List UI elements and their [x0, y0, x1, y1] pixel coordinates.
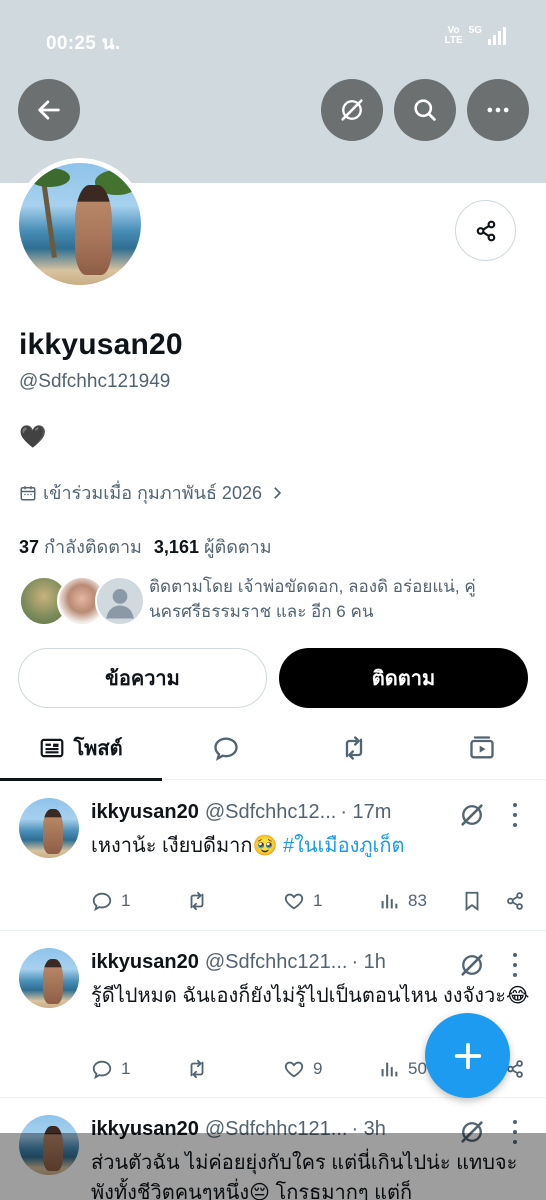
grok-button[interactable]	[321, 79, 383, 141]
repost-icon	[190, 891, 204, 911]
status-bar: 00:25 น. Vo LTE 5G	[0, 0, 546, 72]
reply-icon	[92, 892, 112, 912]
post-header: ikkyusan20 @Sdfchhc121... · 1h	[91, 951, 386, 974]
post-author-name[interactable]: ikkyusan20	[91, 951, 199, 974]
reply-count: 1	[121, 1059, 131, 1078]
following-link[interactable]: 37 กำลังติดตาม	[19, 532, 142, 561]
post-text: เหงาน้ะ เงียบดีมาก🥹 #ในเมืองภูเก็ต	[91, 831, 531, 861]
following-label: กำลังติดตาม	[44, 537, 142, 557]
share-icon	[507, 892, 523, 910]
share-icon	[476, 220, 495, 241]
post-avatar[interactable]	[19, 798, 79, 858]
like-count: 1	[313, 891, 323, 910]
like-count: 9	[313, 1059, 323, 1078]
joined-text: เข้าร่วมเมื่อ กุมภาพันธ์ 2026	[43, 483, 262, 503]
followed-by-text: ติดตามโดย เจ้าพ่อขัดดอก, ลองดิ อร่อยแน่,…	[149, 577, 476, 621]
tab-posts[interactable]: โพสต์	[0, 716, 162, 781]
reply-icon	[92, 1060, 112, 1080]
status-icons: Vo LTE 5G	[445, 25, 506, 46]
heart-icon	[284, 1061, 304, 1078]
more-button[interactable]	[467, 79, 529, 141]
reposts-icon	[345, 736, 363, 760]
grok-slash-icon[interactable]	[458, 951, 486, 979]
post-header: ikkyusan20 @Sdfchhc12... · 17m	[91, 801, 391, 824]
repost-icon	[190, 1059, 204, 1079]
followed-by-avatars	[19, 574, 149, 628]
posts-icon	[41, 738, 64, 758]
calendar-icon	[20, 485, 36, 500]
avatar-image	[19, 163, 141, 285]
followers-label: ผู้ติดตาม	[203, 537, 272, 557]
profile-avatar[interactable]	[14, 158, 146, 290]
followers-link[interactable]: 3,161 ผู้ติดตาม	[154, 532, 272, 561]
reply-button[interactable]: 1	[91, 886, 130, 916]
bookmark-icon	[465, 891, 479, 912]
reply-button[interactable]: 1	[91, 1054, 130, 1084]
reply-count: 1	[121, 891, 131, 910]
search-button[interactable]	[394, 79, 456, 141]
tab-replies[interactable]	[162, 716, 290, 780]
message-button[interactable]: ข้อความ	[18, 648, 267, 708]
profile-handle: @Sdfchhc121949	[19, 371, 171, 392]
post-actions: 1 1 83	[91, 886, 531, 916]
more-horizontal-icon	[487, 107, 509, 113]
compose-button[interactable]	[425, 1013, 510, 1098]
like-button[interactable]: 9	[283, 1054, 322, 1084]
search-icon	[414, 99, 436, 121]
analytics-icon	[381, 1062, 398, 1077]
post-author-handle: @Sdfchhc121...	[204, 951, 348, 973]
back-button[interactable]	[18, 79, 80, 141]
avatar	[95, 576, 145, 626]
volte-bottom: LTE	[444, 35, 463, 46]
post-hashtag[interactable]: #ในเมืองภูเก็ต	[283, 835, 404, 857]
bottom-overlay	[0, 1133, 546, 1200]
post-more-button[interactable]	[505, 803, 525, 827]
tab-reposts[interactable]	[290, 716, 418, 780]
post-avatar[interactable]	[19, 948, 79, 1008]
status-time: 00:25 น.	[46, 33, 121, 54]
grok-slash-icon	[341, 99, 363, 121]
views-button[interactable]: 83	[378, 886, 427, 916]
follow-button[interactable]: ติดตาม	[279, 648, 528, 708]
heart-icon	[284, 893, 304, 910]
post-author-handle: @Sdfchhc12...	[204, 801, 337, 823]
tab-posts-label: โพสต์	[73, 738, 123, 760]
like-button[interactable]: 1	[283, 886, 322, 916]
followers-count: 3,161	[153, 537, 199, 557]
post-text-body: เหงาน้ะ เงียบดีมาก🥹	[91, 835, 283, 857]
post-time: · 1h	[351, 951, 386, 973]
volte-icon: Vo LTE	[445, 26, 463, 46]
post-author-name[interactable]: ikkyusan20	[91, 801, 199, 824]
chevron-right-icon	[274, 486, 282, 499]
following-count: 37	[19, 537, 40, 557]
view-count: 50	[408, 1059, 427, 1078]
repost-button[interactable]	[186, 886, 208, 916]
repost-button[interactable]	[186, 1054, 208, 1084]
post-text: รู้ดีไปหมด ฉันเองก็ยังไม่รู้ไปเป็นตอนไหน…	[91, 985, 530, 1007]
analytics-icon	[381, 894, 398, 909]
post-more-button[interactable]	[505, 953, 525, 977]
media-icon	[470, 736, 494, 759]
profile-bio: 🖤	[19, 424, 47, 449]
replies-icon	[214, 737, 238, 761]
post-time: · 17m	[340, 801, 392, 823]
tab-media[interactable]	[418, 716, 546, 780]
network-type: 5G	[468, 25, 482, 36]
share-button[interactable]	[455, 200, 516, 261]
post-item[interactable]: ikkyusan20 @Sdfchhc12... · 17m เหงาน้ะ เ…	[0, 781, 546, 931]
views-button[interactable]: 50	[378, 1054, 427, 1084]
post-share-button[interactable]	[504, 886, 526, 916]
followed-by[interactable]: ติดตามโดย เจ้าพ่อขัดดอก, ลองดิ อร่อยแน่,…	[19, 574, 531, 628]
joined-date[interactable]: เข้าร่วมเมื่อ กุมภาพันธ์ 2026	[19, 478, 286, 507]
plus-icon	[454, 1042, 481, 1069]
bookmark-button[interactable]	[461, 886, 483, 916]
grok-slash-icon[interactable]	[458, 801, 486, 829]
display-name: ikkyusan20	[19, 328, 183, 361]
profile-tabs: โพสต์	[0, 716, 546, 781]
arrow-left-icon	[38, 100, 60, 120]
view-count: 83	[408, 891, 427, 910]
follow-stats: 37 กำลังติดตาม 3,161 ผู้ติดตาม	[19, 532, 272, 561]
signal-icon	[488, 27, 506, 45]
